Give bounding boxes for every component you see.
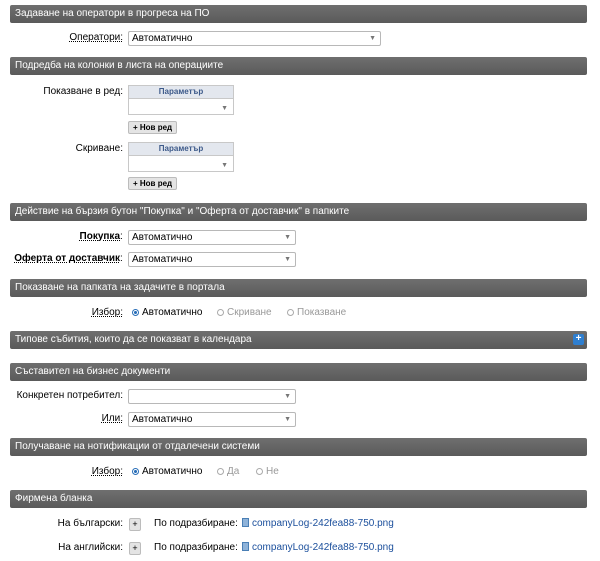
or-select[interactable]: Автоматично ▼ — [128, 412, 296, 427]
chevron-down-icon[interactable]: ▼ — [221, 105, 228, 112]
radio-icon — [287, 309, 294, 316]
radio-label: Скриване — [227, 307, 272, 318]
hide-columns-grid[interactable]: Параметър ▼ — [128, 142, 234, 172]
portal-choice-label: Избор: — [91, 307, 123, 318]
select-value: Автоматично — [132, 232, 193, 243]
radio-label: Не — [266, 466, 279, 477]
radio-show[interactable]: Показване — [287, 306, 346, 320]
plus-square-icon[interactable]: + — [573, 334, 584, 345]
bulgarian-label: На български: — [57, 518, 123, 529]
specific-user-select[interactable]: ▼ — [128, 389, 296, 404]
select-value: Автоматично — [132, 414, 193, 425]
bulgarian-file-link[interactable]: companyLog-242fea88-750.png — [242, 517, 394, 531]
label-colon: : — [120, 231, 123, 242]
section-notifications-header: Получаване на нотификации от отдалечени … — [10, 438, 587, 456]
operators-label: Оператори: — [69, 32, 123, 43]
section-letterhead-header: Фирмена бланка — [10, 490, 587, 508]
default-label: По подразбиране: — [154, 542, 238, 553]
section-title: Действие на бързия бутон "Покупка" и "Оф… — [15, 206, 350, 217]
label-colon: : — [120, 253, 123, 264]
radio-label: Автоматично — [142, 307, 203, 318]
section-quick-buttons-header: Действие на бързия бутон "Покупка" и "Оф… — [10, 203, 587, 221]
section-title: Съставител на бизнес документи — [15, 366, 171, 377]
radio-icon — [256, 468, 263, 475]
add-row-button-show[interactable]: + Нов ред — [128, 121, 178, 134]
english-label: На английски: — [58, 542, 123, 553]
chevron-down-icon: ▼ — [284, 234, 291, 241]
file-name: companyLog-242fea88-750.png — [252, 542, 394, 553]
section-title: Типове събития, които да се показват в к… — [15, 334, 252, 345]
chevron-down-icon: ▼ — [284, 393, 291, 400]
notif-choice-label: Избор: — [91, 466, 123, 477]
specific-user-label: Конкретен потребител: — [16, 390, 123, 401]
select-value: Автоматично — [132, 254, 193, 265]
select-value: Автоматично — [132, 33, 193, 44]
supplier-offer-label: Оферта от доставчик — [14, 253, 120, 264]
radio-icon — [217, 468, 224, 475]
radio-icon — [132, 309, 139, 316]
operators-select[interactable]: Автоматично ▼ — [128, 31, 381, 46]
section-composer-header: Съставител на бизнес документи — [10, 363, 587, 381]
radio-label: Автоматично — [142, 466, 203, 477]
chevron-down-icon[interactable]: ▼ — [221, 162, 228, 169]
supplier-offer-select[interactable]: Автоматично ▼ — [128, 252, 296, 267]
section-calendar-header[interactable]: Типове събития, които да се показват в к… — [10, 331, 587, 349]
hide-label: Скриване: — [75, 143, 123, 154]
section-title: Подредба на колонки в листа на операциит… — [15, 60, 224, 71]
chevron-down-icon: ▼ — [284, 256, 291, 263]
radio-yes[interactable]: Да — [217, 465, 239, 479]
chevron-down-icon: ▼ — [369, 35, 376, 42]
purchase-label: Покупка — [79, 231, 120, 242]
purchase-select[interactable]: Автоматично ▼ — [128, 230, 296, 245]
default-label: По подразбиране: — [154, 518, 238, 529]
section-portal-header: Показване на папката на задачите в порта… — [10, 279, 587, 297]
image-file-icon — [242, 518, 249, 527]
add-english-button[interactable]: + — [129, 542, 141, 555]
radio-hide[interactable]: Скриване — [217, 306, 272, 320]
grid-header: Параметър — [129, 143, 233, 156]
show-columns-grid[interactable]: Параметър ▼ — [128, 85, 234, 115]
english-file-link[interactable]: companyLog-242fea88-750.png — [242, 541, 394, 555]
radio-automatic[interactable]: Автоматично — [132, 306, 202, 320]
add-bulgarian-button[interactable]: + — [129, 518, 141, 531]
chevron-down-icon: ▼ — [284, 416, 291, 423]
radio-icon — [132, 468, 139, 475]
add-row-button-hide[interactable]: + Нов ред — [128, 177, 178, 190]
section-title: Показване на папката на задачите в порта… — [15, 282, 225, 293]
section-title: Задаване на оператори в прогреса на ПО — [15, 8, 210, 19]
grid-header: Параметър — [129, 86, 233, 99]
file-name: companyLog-242fea88-750.png — [252, 518, 394, 529]
section-columns-header: Подредба на колонки в листа на операциит… — [10, 57, 587, 75]
section-title: Фирмена бланка — [15, 493, 93, 504]
section-title: Получаване на нотификации от отдалечени … — [15, 441, 260, 452]
or-label: Или: — [101, 413, 123, 424]
radio-label: Да — [227, 466, 240, 477]
radio-automatic[interactable]: Автоматично — [132, 465, 202, 479]
section-operators-header: Задаване на оператори в прогреса на ПО — [10, 5, 587, 23]
radio-label: Показване — [297, 307, 347, 318]
image-file-icon — [242, 542, 249, 551]
radio-no[interactable]: Не — [256, 465, 279, 479]
radio-icon — [217, 309, 224, 316]
settings-page: Задаване на оператори в прогреса на ПО О… — [0, 0, 600, 561]
show-in-row-label: Показване в ред: — [43, 86, 123, 97]
